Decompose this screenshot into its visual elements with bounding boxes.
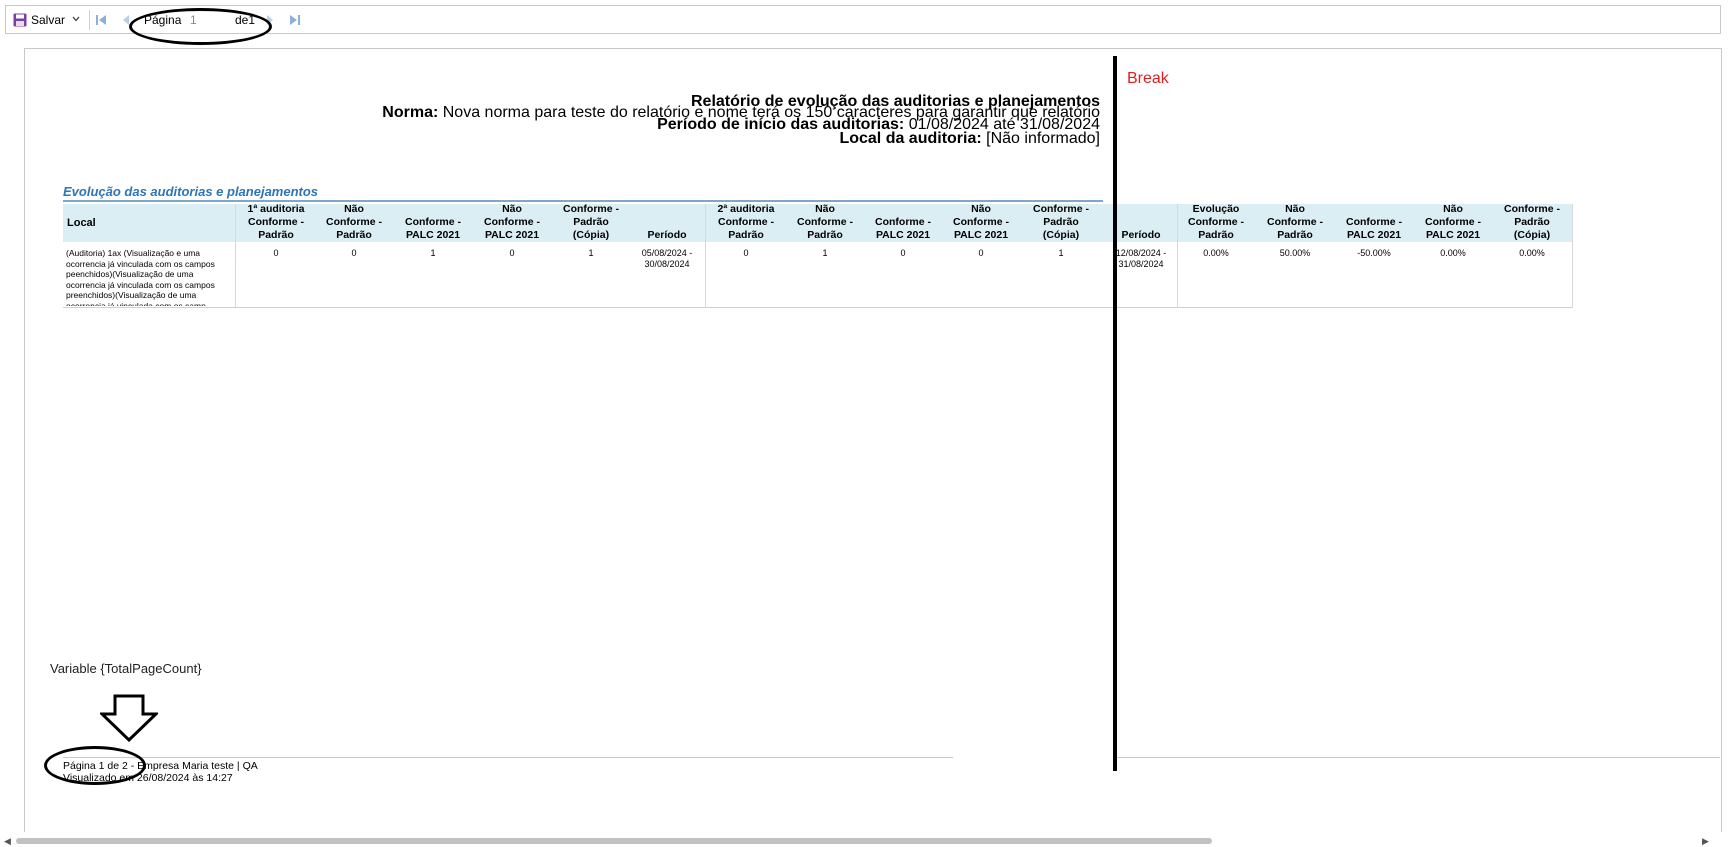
footer-divider [1117,757,1720,758]
table-header: Não Conforme - Padrão [326,204,382,241]
last-page-icon[interactable] [289,14,301,26]
column-divider [705,204,706,307]
table-header: Não Conforme - PALC 2021 [1425,204,1481,241]
table-cell: 1 [430,248,436,258]
table-cell: 0 [978,248,984,258]
table-cell: 0 [509,248,515,258]
report-local: Local da auditoria: [Não informado] [839,130,1100,148]
table-cell-local: (Auditoria) 1ax (Visualização e uma ocor… [66,248,215,306]
local-value: [Não informado] [986,130,1100,147]
table-header: Não Conforme - PALC 2021 [953,204,1009,241]
page-break-marker [1113,56,1117,771]
table-header: Não Conforme - PALC 2021 [484,204,540,241]
first-page-icon[interactable] [95,14,107,26]
scroll-right-icon[interactable]: ▶ [1702,836,1709,847]
table-cell: -50.00% [1357,248,1391,258]
table-cell: 0 [900,248,906,258]
table-header: Conforme - Padrão (Cópia) [1504,204,1560,241]
down-arrow-icon [100,694,158,742]
section-divider [63,200,1103,202]
column-divider [1572,204,1573,307]
chevron-down-icon[interactable] [72,15,80,23]
table-cell: 50.00% [1279,248,1311,258]
table-header: 2ª auditoria Conforme - Padrão [717,204,775,241]
table-header: Conforme - PALC 2021 [405,216,461,241]
table-cell-period: 05/08/2024 - 30/08/2024 [641,248,693,269]
table-header: Conforme - Padrão (Cópia) [563,204,619,241]
save-button[interactable]: Salvar [31,12,65,28]
footer-highlight-oval [44,746,146,785]
break-label: Break [1127,70,1169,87]
save-icon[interactable] [13,13,27,27]
report-viewer-pane [24,48,1721,832]
table-cell: 0.00% [1440,248,1466,258]
table-header: Conforme - PALC 2021 [1346,216,1402,241]
column-divider [235,204,236,307]
table-header: Período [1121,229,1161,241]
table-cell: 0 [351,248,357,258]
table-header: Não Conforme - Padrão [1267,204,1323,241]
section-title: Evolução das auditorias e planejamentos [63,184,319,199]
table-cell: 1 [822,248,828,258]
table-header: Não Conforme - Padrão [797,204,853,241]
table-header: Evolução Conforme - Padrão [1188,204,1244,241]
table-cell: 0.00% [1203,248,1229,258]
local-label: Local da auditoria: [839,130,982,147]
table-cell: 1 [588,248,594,258]
table-cell: 1 [1058,248,1064,258]
viewer-border [1721,48,1722,832]
scroll-left-icon[interactable]: ◀ [4,836,11,847]
page-number-highlight-oval [129,8,272,45]
table-header: Período [647,229,687,241]
table-cell: 0 [743,248,749,258]
toolbar-divider [89,10,90,30]
norma-label: Norma: [382,104,439,121]
scrollbar-thumb[interactable] [16,838,1212,844]
variable-annotation: Variable {TotalPageCount} [50,661,202,676]
table-cell-period: 12/08/2024 - 31/08/2024 [1115,248,1167,269]
table-header: 1ª auditoria Conforme - Padrão [247,204,305,241]
table-cell: 0.00% [1519,248,1545,258]
table-header: Conforme - PALC 2021 [875,216,931,241]
table-header: Conforme - Padrão (Cópia) [1033,204,1089,241]
footer-divider [63,757,953,758]
previous-page-icon[interactable] [123,15,129,25]
table-header-local: Local [67,216,96,229]
horizontal-scrollbar[interactable]: ◀ ▶ [0,834,1728,847]
table-cell: 0 [273,248,279,258]
